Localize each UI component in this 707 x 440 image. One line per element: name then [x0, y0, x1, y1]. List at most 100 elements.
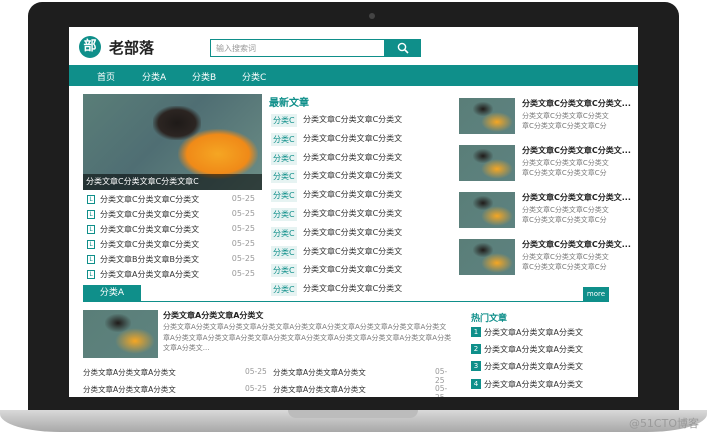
list-marker-icon: L [87, 255, 95, 264]
nav-item-category-c[interactable]: 分类C [242, 70, 266, 83]
side-article-thumbnail[interactable] [459, 145, 515, 181]
hot-articles-list: 1 分类文章A分类文章A分类文 2 分类文章A分类文章A分类文 3 分类文章A分类文章A分… [471, 326, 621, 395]
hero-caption: 分类文章C分类文章C分类文章C [83, 174, 262, 190]
list-item[interactable]: L 分类文章C分类文章C分类文 05-25 [85, 238, 263, 253]
latest-article-item[interactable]: 分类C 分类文章C分类文章C分类文 [269, 132, 409, 151]
list-item[interactable]: L 分类文章C分类文章C分类文 05-25 [85, 223, 263, 238]
webcam [369, 13, 375, 19]
latest-article-item[interactable]: 分类C 分类文章C分类文章C分类文 [269, 245, 409, 264]
list-item-date: 05-25 [231, 194, 255, 203]
list-item-title[interactable]: 分类文章C分类文章C分类文 [100, 194, 199, 205]
hot-article-title[interactable]: 分类文章A分类文章A分类文 [484, 327, 583, 338]
hot-article-item[interactable]: 4 分类文章A分类文章A分类文 [471, 378, 621, 395]
latest-article-item[interactable]: 分类C 分类文章C分类文章C分类文 [269, 226, 409, 245]
latest-article-item[interactable]: 分类C 分类文章C分类文章C分类文 [269, 263, 409, 282]
latest-article-title[interactable]: 分类文章C分类文章C分类文 [303, 170, 402, 181]
list-marker-icon: L [87, 210, 95, 219]
site-name[interactable]: 老部落 [109, 37, 154, 58]
side-article-thumbnail[interactable] [459, 192, 515, 228]
table-row: 分类文章A分类文章A分类文 05-25 分类文章A分类文章A分类文 05-25 [83, 384, 456, 397]
latest-article-title[interactable]: 分类文章C分类文章C分类文 [303, 208, 402, 219]
list-item-date: 05-25 [231, 269, 255, 278]
search-icon [397, 42, 409, 54]
list-item-title[interactable]: 分类文章C分类文章C分类文 [100, 209, 199, 220]
category-tag[interactable]: 分类C [271, 245, 297, 259]
list-item[interactable]: L 分类文章A分类文章A分类文 05-25 [85, 268, 263, 283]
latest-article-item[interactable]: 分类C 分类文章C分类文章C分类文 [269, 169, 409, 188]
latest-article-title[interactable]: 分类文章C分类文章C分类文 [303, 264, 402, 275]
side-article-thumbnail[interactable] [459, 239, 515, 275]
side-article-title[interactable]: 分类文章C分类文章C分类文... [522, 145, 631, 156]
category-article-title[interactable]: 分类文章A分类文章A分类文 [83, 384, 176, 395]
hot-article-title[interactable]: 分类文章A分类文章A分类文 [484, 379, 583, 390]
side-article-thumbnail[interactable] [459, 98, 515, 134]
latest-article-item[interactable]: 分类C 分类文章C分类文章C分类文 [269, 113, 409, 132]
category-tag[interactable]: 分类C [271, 114, 297, 127]
latest-articles-list: 分类C 分类文章C分类文章C分类文 分类C 分类文章C分类文章C分类文 分类C 分类文章C… [269, 113, 409, 301]
section-title[interactable]: 分类A [83, 285, 141, 302]
latest-article-title[interactable]: 分类文章C分类文章C分类文 [303, 152, 402, 163]
category-article-title[interactable]: 分类文章A分类文章A分类文 [273, 367, 366, 378]
latest-article-title[interactable]: 分类文章C分类文章C分类文 [303, 189, 402, 200]
latest-article-title[interactable]: 分类文章C分类文章C分类文 [303, 133, 402, 144]
category-tag[interactable]: 分类C [271, 151, 297, 165]
list-item-title[interactable]: 分类文章B分类文章B分类文 [100, 254, 199, 265]
list-item[interactable]: L 分类文章C分类文章C分类文 05-25 [85, 193, 263, 208]
side-article-card[interactable]: 分类文章C分类文章C分类文... 分类文章C分类文章C分类文章C分类文章C分类文章… [459, 145, 631, 192]
list-item-title[interactable]: 分类文章C分类文章C分类文 [100, 239, 199, 250]
side-article-desc: 分类文章C分类文章C分类文章C分类文章C分类文章C分类文章C [522, 253, 609, 271]
category-tag[interactable]: 分类C [271, 226, 297, 240]
category-article-title[interactable]: 分类文章A分类文章A分类文 [83, 367, 176, 378]
category-tag[interactable]: 分类C [271, 207, 297, 221]
site-header: 部 老部落 输入搜索词 [69, 27, 638, 65]
search-input[interactable]: 输入搜索词 [210, 39, 385, 57]
hot-article-item[interactable]: 2 分类文章A分类文章A分类文 [471, 343, 621, 360]
latest-article-item[interactable]: 分类C 分类文章C分类文章C分类文 [269, 207, 409, 226]
latest-article-item[interactable]: 分类C 分类文章C分类文章C分类文 [269, 188, 409, 207]
nav-item-home[interactable]: 首页 [97, 70, 115, 83]
hero-article-list: L 分类文章C分类文章C分类文 05-25 L 分类文章C分类文章C分类文 05-25 L 分… [85, 193, 263, 283]
nav-item-category-b[interactable]: 分类B [192, 70, 216, 83]
hot-article-title[interactable]: 分类文章A分类文章A分类文 [484, 344, 583, 355]
hot-article-item[interactable]: 3 分类文章A分类文章A分类文 [471, 360, 621, 377]
main-nav: 首页 分类A 分类B 分类C [69, 65, 638, 86]
category-article-date: 05-25 [435, 367, 448, 385]
list-marker-icon: L [87, 240, 95, 249]
search-button[interactable] [385, 39, 421, 57]
hot-article-item[interactable]: 1 分类文章A分类文章A分类文 [471, 326, 621, 343]
latest-article-item[interactable]: 分类C 分类文章C分类文章C分类文 [269, 151, 409, 170]
list-item-title[interactable]: 分类文章A分类文章A分类文 [100, 269, 199, 280]
category-tag[interactable]: 分类C [271, 132, 297, 146]
feature-title[interactable]: 分类文章A分类文章A分类文 [163, 310, 263, 321]
side-article-title[interactable]: 分类文章C分类文章C分类文... [522, 192, 631, 203]
nav-item-category-a[interactable]: 分类A [142, 70, 166, 83]
side-article-title[interactable]: 分类文章C分类文章C分类文... [522, 239, 631, 250]
side-article-card[interactable]: 分类文章C分类文章C分类文... 分类文章C分类文章C分类文章C分类文章C分类文章… [459, 192, 631, 239]
rank-badge: 3 [471, 361, 481, 372]
latest-article-title[interactable]: 分类文章C分类文章C分类文 [303, 114, 402, 125]
rank-badge: 1 [471, 327, 481, 337]
list-item[interactable]: L 分类文章C分类文章C分类文 05-25 [85, 208, 263, 223]
latest-article-title[interactable]: 分类文章C分类文章C分类文 [303, 246, 402, 257]
category-article-title[interactable]: 分类文章A分类文章A分类文 [273, 384, 366, 395]
more-button[interactable]: more [583, 287, 609, 301]
side-article-card[interactable]: 分类文章C分类文章C分类文... 分类文章C分类文章C分类文章C分类文章C分类文章… [459, 98, 631, 145]
side-article-card[interactable]: 分类文章C分类文章C分类文... 分类文章C分类文章C分类文章C分类文章C分类文章… [459, 239, 631, 286]
list-marker-icon: L [87, 225, 95, 234]
latest-article-title[interactable]: 分类文章C分类文章C分类文 [303, 227, 402, 238]
list-item[interactable]: L 分类文章B分类文章B分类文 05-25 [85, 253, 263, 268]
list-item-date: 05-25 [231, 254, 255, 263]
list-item-title[interactable]: 分类文章C分类文章C分类文 [100, 224, 199, 235]
category-tag[interactable]: 分类C [271, 170, 297, 184]
list-item-date: 05-25 [231, 224, 255, 233]
hero-banner[interactable]: 分类文章C分类文章C分类文章C [83, 94, 262, 190]
side-article-title[interactable]: 分类文章C分类文章C分类文... [522, 98, 631, 109]
category-tag[interactable]: 分类C [271, 189, 297, 203]
section-header: 分类A more [83, 285, 609, 302]
featured-side-list: 分类文章C分类文章C分类文... 分类文章C分类文章C分类文章C分类文章C分类文章… [459, 98, 631, 286]
feature-thumbnail[interactable] [83, 310, 158, 358]
category-article-date: 05-25 [245, 367, 267, 376]
category-tag[interactable]: 分类C [271, 264, 297, 278]
hot-article-title[interactable]: 分类文章A分类文章A分类文 [484, 361, 583, 372]
logo-icon[interactable]: 部 [79, 36, 101, 58]
